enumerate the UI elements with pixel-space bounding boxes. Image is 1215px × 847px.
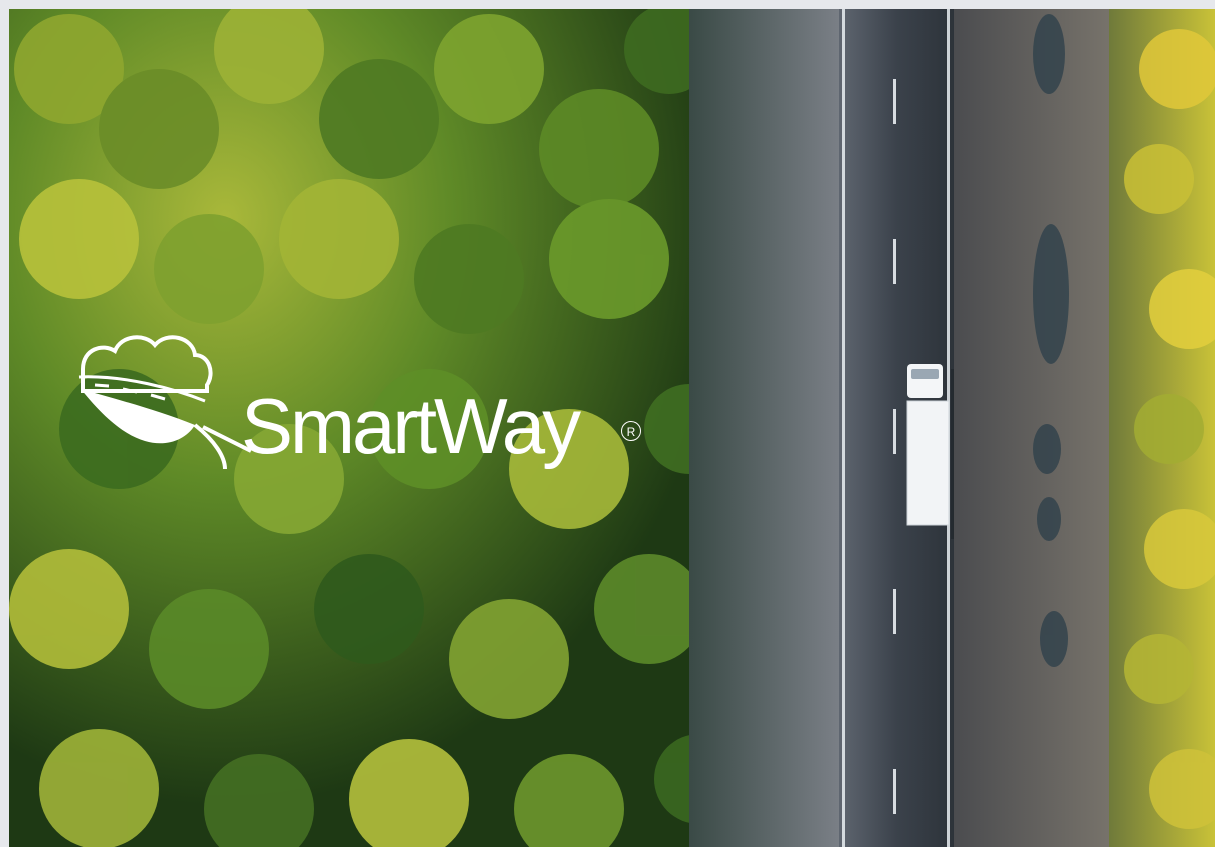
registered-mark-icon: R bbox=[621, 421, 641, 441]
right-shoulder bbox=[954, 9, 1124, 847]
truck bbox=[906, 364, 950, 526]
left-shoulder bbox=[689, 9, 839, 847]
smartway-logo: SmartWay R bbox=[75, 329, 655, 504]
logo-wordmark: SmartWay bbox=[241, 382, 581, 470]
hero-image-frame: SmartWay R bbox=[9, 9, 1215, 847]
road-edge-line-left bbox=[842, 9, 845, 847]
